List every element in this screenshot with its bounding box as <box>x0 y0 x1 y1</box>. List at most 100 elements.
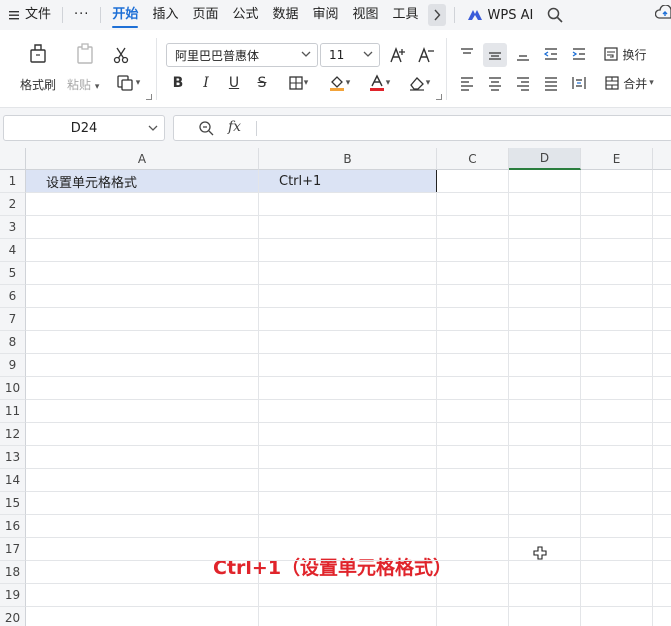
file-menu-label: 文件 <box>25 7 52 22</box>
row-header[interactable]: 3 <box>0 216 26 239</box>
column-header-b[interactable]: B <box>259 148 437 170</box>
row-header[interactable]: 19 <box>0 584 26 607</box>
select-all-corner[interactable] <box>0 148 26 170</box>
gridline <box>26 606 671 607</box>
tab-home[interactable]: 开始 <box>105 0 145 30</box>
font-name-value: 阿里巴巴普惠体 <box>175 48 260 63</box>
wps-ai-label: WPS AI <box>487 7 534 23</box>
fx-button[interactable]: fx <box>228 119 241 135</box>
cell-a1-text: 设置单元格格式 <box>46 176 138 191</box>
chevron-down-icon: ▾ <box>345 78 351 88</box>
formula-input[interactable] <box>264 120 664 138</box>
align-top-button[interactable] <box>456 43 478 65</box>
row-header[interactable]: 14 <box>0 469 26 492</box>
row-header[interactable]: 7 <box>0 308 26 331</box>
tab-insert[interactable]: 插入 <box>145 0 185 30</box>
row-header[interactable]: 10 <box>0 377 26 400</box>
column-header-f[interactable] <box>653 148 671 170</box>
cut-button[interactable] <box>110 44 132 66</box>
row-header[interactable]: 1 <box>0 170 26 193</box>
wrap-text-button[interactable]: 换行 <box>600 43 650 65</box>
cloud-upload-button[interactable] <box>654 4 671 27</box>
strikethrough-button[interactable]: S <box>252 72 272 94</box>
fill-color-button[interactable]: ▾ <box>324 72 354 94</box>
align-middle-button[interactable] <box>483 43 507 67</box>
row-header[interactable]: 4 <box>0 239 26 262</box>
wps-ai-button[interactable]: WPS AI <box>459 8 542 23</box>
font-size-select[interactable]: 11 <box>320 43 380 67</box>
row-header[interactable]: 8 <box>0 331 26 354</box>
align-bottom-button[interactable] <box>512 43 534 65</box>
merge-cells-button[interactable]: 合并 ▾ <box>600 72 658 94</box>
ribbon-separator <box>446 38 447 100</box>
clipboard-group-launcher[interactable] <box>146 94 152 100</box>
align-right-button[interactable] <box>512 72 534 94</box>
copy-button[interactable]: ▾ <box>110 72 146 94</box>
tab-tools[interactable]: 工具 <box>386 0 426 30</box>
justify-button[interactable] <box>540 72 562 94</box>
search-icon <box>548 7 563 23</box>
tab-data[interactable]: 数据 <box>265 0 305 30</box>
row-header[interactable]: 16 <box>0 515 26 538</box>
row-header[interactable]: 13 <box>0 446 26 469</box>
search-button[interactable] <box>541 0 569 30</box>
tabs-scroll-right-button[interactable] <box>427 4 446 26</box>
distributed-align-button[interactable] <box>568 72 590 94</box>
underline-button[interactable]: U <box>224 72 244 94</box>
font-name-select[interactable]: 阿里巴巴普惠体 <box>166 43 318 67</box>
increase-font-button[interactable] <box>388 44 408 66</box>
row-header[interactable]: 12 <box>0 423 26 446</box>
font-size-value: 11 <box>329 48 345 62</box>
cell-a1[interactable]: 设置单元格格式 <box>26 170 258 193</box>
tab-view[interactable]: 视图 <box>346 0 386 30</box>
column-header-a[interactable]: A <box>26 148 259 170</box>
row-header[interactable]: 9 <box>0 354 26 377</box>
chevron-down-icon <box>148 125 158 131</box>
name-box[interactable]: D24 <box>3 115 165 141</box>
menu-separator <box>100 7 102 23</box>
paste-label-text: 粘贴 <box>67 78 92 92</box>
cloud-upload-icon <box>654 4 671 19</box>
chevron-down-icon: ▾ <box>303 78 309 88</box>
row-header[interactable]: 20 <box>0 607 26 626</box>
paste-button[interactable]: 粘贴 ▾ <box>64 36 106 96</box>
bold-button[interactable]: B <box>168 72 188 94</box>
decrease-indent-button[interactable] <box>540 43 562 65</box>
file-menu[interactable]: 文件 <box>0 0 58 30</box>
zoom-icon[interactable] <box>198 120 214 136</box>
row-header[interactable]: 6 <box>0 285 26 308</box>
increase-indent-button[interactable] <box>568 43 590 65</box>
align-left-button[interactable] <box>456 72 478 94</box>
row-header[interactable]: 5 <box>0 262 26 285</box>
cell-b1[interactable]: Ctrl+1 <box>259 170 436 193</box>
font-color-button[interactable]: ▾ <box>364 72 394 94</box>
tab-formula[interactable]: 公式 <box>225 0 265 30</box>
formula-bar: D24 fx <box>0 108 671 148</box>
gridline <box>26 399 671 400</box>
name-box-value: D24 <box>70 120 98 136</box>
row-header[interactable]: 11 <box>0 400 26 423</box>
tab-page[interactable]: 页面 <box>185 0 225 30</box>
format-painter-button[interactable]: 格式刷 <box>14 36 62 96</box>
column-header-e[interactable]: E <box>581 148 653 170</box>
borders-button[interactable]: ▾ <box>283 72 313 94</box>
column-header-d[interactable]: D <box>509 148 581 170</box>
align-center-icon <box>489 77 501 91</box>
ribbon-separator <box>156 38 157 100</box>
spreadsheet-grid[interactable]: A B C D E 1 2 3 4 5 6 7 8 9 10 11 12 13 14 15 16 17 18 19 2… <box>0 148 671 626</box>
more-menu-button[interactable]: ··· <box>67 0 96 30</box>
clear-format-button[interactable]: ▾ <box>404 72 434 94</box>
gridline <box>26 376 671 377</box>
format-painter-icon <box>30 44 46 63</box>
row-header[interactable]: 2 <box>0 193 26 216</box>
row-header[interactable]: 17 <box>0 538 26 561</box>
row-header[interactable]: 15 <box>0 492 26 515</box>
column-header-c[interactable]: C <box>437 148 509 170</box>
align-center-button[interactable] <box>484 72 506 94</box>
italic-button[interactable]: I <box>196 72 216 94</box>
tab-review[interactable]: 审阅 <box>306 0 346 30</box>
gridline <box>26 353 671 354</box>
decrease-font-button[interactable] <box>416 44 436 66</box>
font-group-launcher[interactable] <box>436 94 442 100</box>
row-header[interactable]: 18 <box>0 561 26 584</box>
